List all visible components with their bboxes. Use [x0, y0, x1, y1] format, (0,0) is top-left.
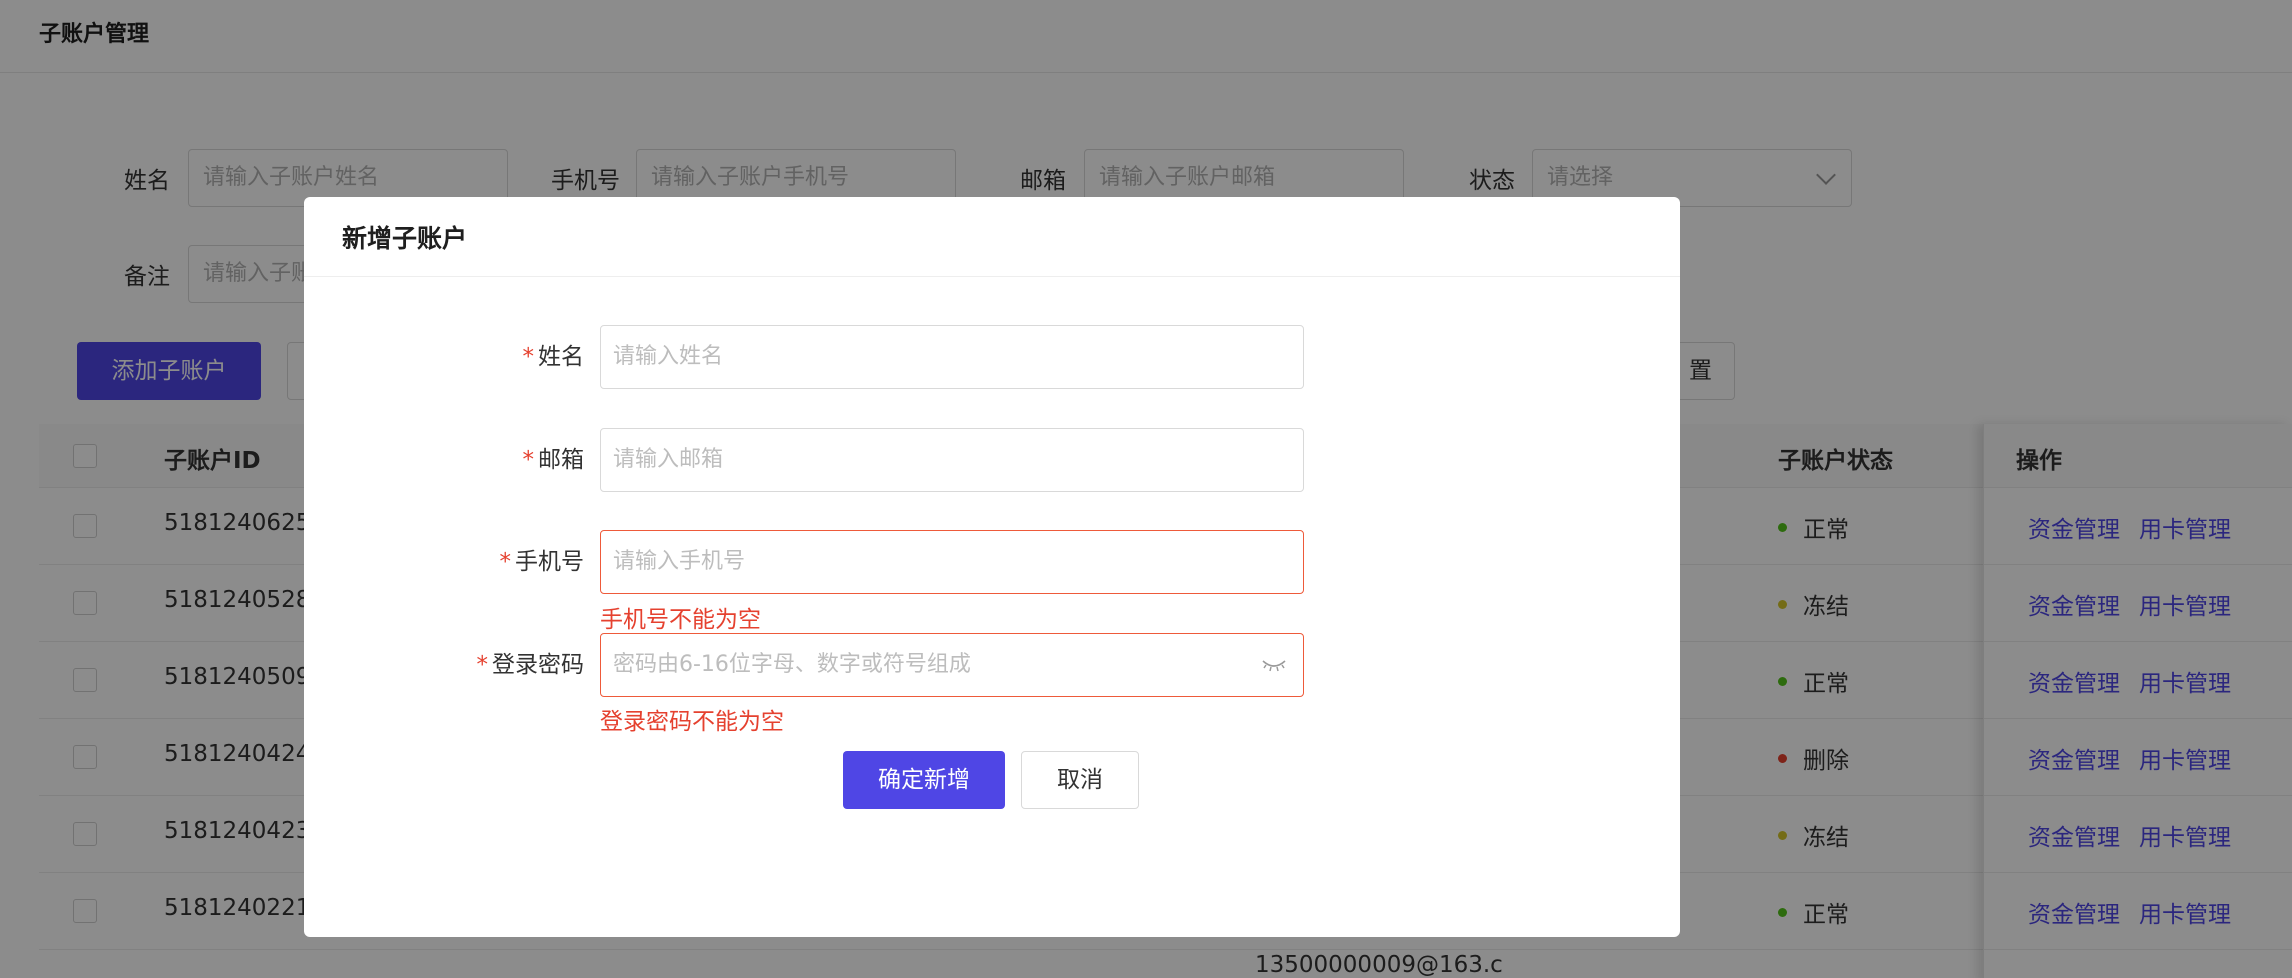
dialog-title: 新增子账户: [342, 224, 468, 253]
required-mark: *: [522, 447, 535, 473]
password-input[interactable]: 密码由6-16位字母、数字或符号组成: [600, 633, 1304, 697]
confirm-add-button[interactable]: 确定新增: [843, 751, 1005, 809]
name-input[interactable]: 请输入姓名: [600, 325, 1304, 389]
add-sub-account-dialog: 新增子账户 * 姓名 请输入姓名 * 邮箱 请输入邮箱 * 手机号 请输入手机号 手机…: [304, 197, 1680, 937]
phone-label-text: 手机号: [515, 549, 584, 575]
required-mark: *: [522, 344, 535, 370]
name-label: * 姓名: [304, 337, 585, 371]
cancel-button[interactable]: 取消: [1021, 751, 1139, 809]
email-label: * 邮箱: [304, 440, 585, 474]
password-label: * 登录密码: [304, 645, 585, 679]
required-mark: *: [476, 652, 489, 678]
name-label-text: 姓名: [538, 344, 584, 370]
eye-closed-icon[interactable]: [1261, 656, 1287, 674]
password-label-text: 登录密码: [492, 652, 584, 678]
email-label-text: 邮箱: [538, 447, 584, 473]
phone-input[interactable]: 请输入手机号: [600, 530, 1304, 594]
phone-error-message: 手机号不能为空: [600, 607, 761, 633]
required-mark: *: [499, 549, 512, 575]
phone-label: * 手机号: [304, 542, 585, 576]
password-error-message: 登录密码不能为空: [600, 709, 784, 735]
dialog-header: 新增子账户: [304, 197, 1680, 277]
password-placeholder: 密码由6-16位字母、数字或符号组成: [613, 652, 971, 677]
email-input[interactable]: 请输入邮箱: [600, 428, 1304, 492]
